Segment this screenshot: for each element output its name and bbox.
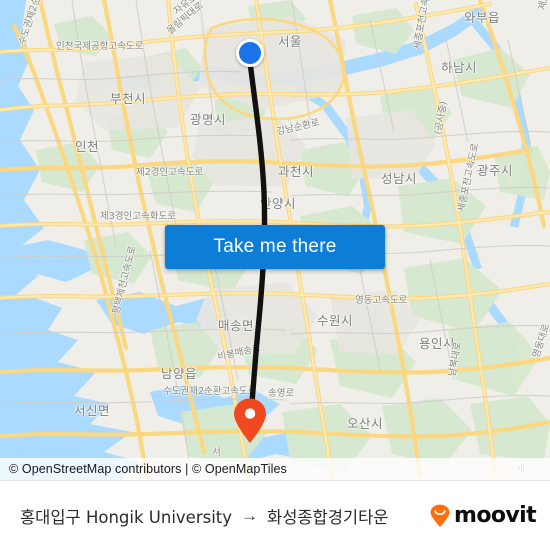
moovit-pin-icon: [430, 504, 450, 527]
moovit-trip-map-screen: 자유로올림픽대로서울와부읍제2순환인천국제공항고속도로수도권제2순환고속도로세종…: [0, 0, 550, 550]
footer-bar: 홍대입구 Hongik University → 화성종합경기타운 moovit: [0, 480, 550, 550]
trip-origin: 홍대입구 Hongik University: [20, 507, 233, 527]
origin-marker[interactable]: [236, 39, 264, 67]
arrow-right-icon: →: [241, 506, 259, 525]
destination-marker[interactable]: [233, 398, 267, 444]
trip-summary: 홍대입구 Hongik University → 화성종합경기타운: [20, 504, 388, 528]
map-attribution: © OpenStreetMap contributors | © OpenMap…: [0, 458, 550, 480]
map-canvas[interactable]: 자유로올림픽대로서울와부읍제2순환인천국제공항고속도로수도권제2순환고속도로세종…: [0, 0, 550, 480]
take-me-there-button[interactable]: Take me there: [165, 225, 385, 269]
trip-destination: 화성종합경기타운: [267, 507, 389, 527]
moovit-wordmark: moovit: [454, 502, 537, 528]
attribution-text[interactable]: © OpenStreetMap contributors | © OpenMap…: [9, 462, 287, 476]
moovit-logo[interactable]: moovit: [428, 502, 537, 528]
